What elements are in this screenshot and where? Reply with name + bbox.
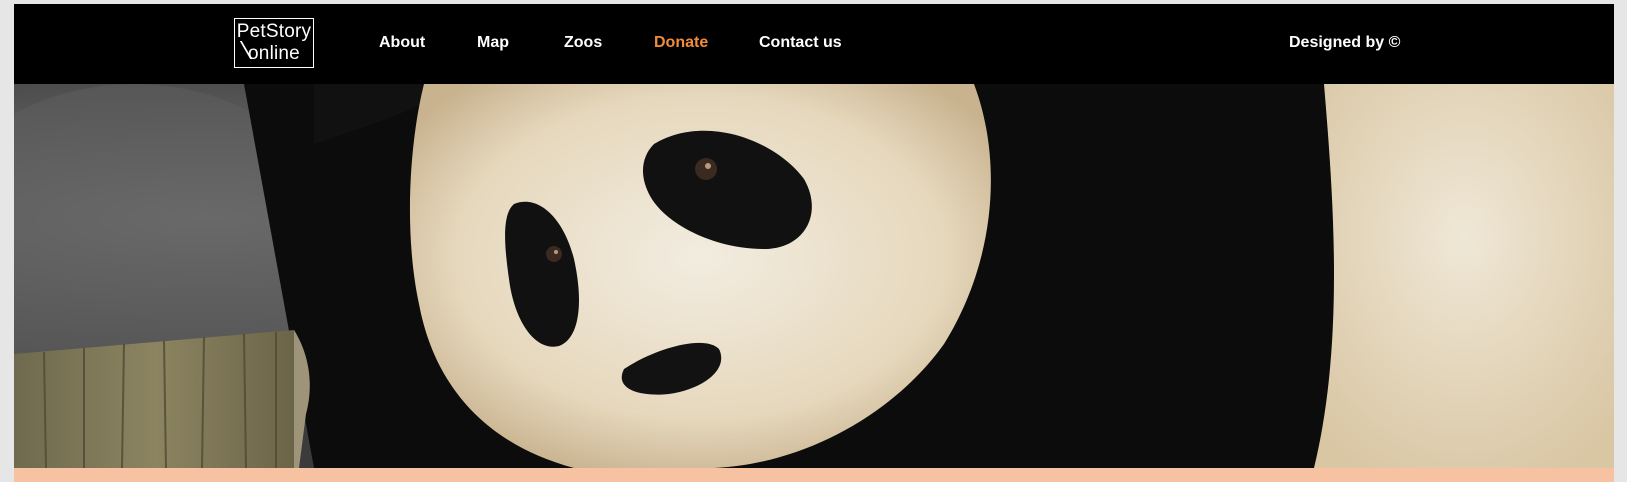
nav-link-map[interactable]: Map	[477, 34, 509, 52]
hero-panda-image	[14, 84, 1614, 468]
designer-credit: Designed by ©	[1289, 34, 1401, 51]
nav-link-donate[interactable]: Donate	[654, 34, 708, 52]
bottom-color-strip	[14, 468, 1614, 482]
site-logo[interactable]: PetStory online	[234, 18, 314, 68]
page-frame: PetStory online About Map Zoos Donate Co…	[14, 4, 1614, 482]
nav-link-about[interactable]: About	[379, 34, 425, 52]
logo-text-line1: PetStory	[236, 21, 312, 42]
hero-banner	[14, 84, 1614, 468]
nav-link-zoos[interactable]: Zoos	[564, 34, 602, 52]
nav-link-contact[interactable]: Contact us	[759, 34, 842, 52]
top-navbar: PetStory online About Map Zoos Donate Co…	[14, 4, 1614, 84]
